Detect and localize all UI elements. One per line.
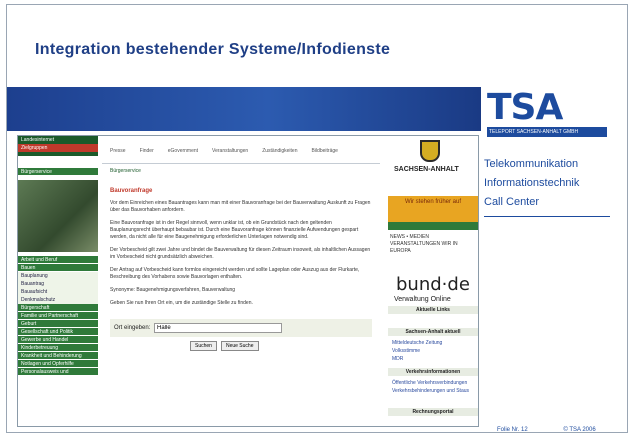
nav-item[interactable]: Bürgerschaft — [18, 304, 98, 312]
website-top-menu: Presse Finder eGovernment Veranstaltunge… — [102, 136, 380, 164]
website-main-content: Presse Finder eGovernment Veranstaltunge… — [102, 136, 380, 426]
right-link[interactable]: MDR — [392, 356, 403, 362]
nav-item[interactable]: Gesellschaft und Politik — [18, 328, 98, 336]
section-heading: Sachsen-Anhalt aktuell — [388, 328, 478, 336]
slide-footer: Folie Nr. 12 © TSA 2006 — [497, 427, 596, 433]
nav-item[interactable]: Arbeit und Beruf — [18, 256, 98, 264]
website-screenshot: Landesinternet Zielgruppen Bürgerservice… — [17, 135, 479, 427]
section-heading: Aktuelle Links — [388, 306, 478, 314]
promo-banner-strip — [388, 222, 478, 230]
section-heading: Verkehrsinformationen — [388, 368, 478, 376]
nav-item[interactable]: Gewerbe und Handel — [18, 336, 98, 344]
content-paragraph: Eine Bauvoranfrage ist in der Regel sinn… — [110, 220, 359, 240]
slide-number: Folie Nr. 12 — [497, 427, 528, 433]
nav-item[interactable]: Familie und Partnerschaft — [18, 312, 98, 320]
content-paragraph: Der Vorbescheid gilt zwei Jahre und bind… — [110, 247, 371, 260]
slide-title: Integration bestehender Systeme/Infodien… — [35, 41, 391, 58]
nav-item[interactable]: Denkmalschutz — [18, 296, 98, 304]
website-left-nav: Landesinternet Zielgruppen Bürgerservice… — [18, 136, 98, 426]
content-instruction: Geben Sie nun Ihren Ort ein, um die zust… — [110, 300, 253, 306]
presentation-slide: Integration bestehender Systeme/Infodien… — [6, 4, 628, 433]
bund-de-logo[interactable]: bund·de — [396, 274, 470, 295]
nav-item[interactable]: Bauaufsicht — [18, 288, 98, 296]
menu-item[interactable]: Presse — [110, 148, 126, 163]
search-label: Ort eingeben: — [114, 325, 151, 331]
right-link[interactable]: Öffentliche Verkehrsverbindungen — [392, 380, 467, 386]
new-search-button[interactable]: Neue Suche — [220, 341, 259, 351]
menu-item[interactable]: Finder — [140, 148, 154, 163]
nav-item[interactable]: Geburt — [18, 320, 98, 328]
services-divider — [484, 216, 610, 217]
nav-item[interactable]: Bauantrag — [18, 280, 98, 288]
nav-item[interactable]: Personalausweis und — [18, 368, 98, 376]
service-item: Telekommunikation — [484, 158, 579, 170]
breadcrumb[interactable]: Bürgerservice — [102, 164, 380, 178]
coat-of-arms-icon — [420, 140, 440, 162]
news-links[interactable]: NEWS • MEDIEN VERANSTALTUNGEN WIR IN EUR… — [390, 234, 478, 255]
copyright: © TSA 2006 — [563, 427, 596, 433]
content-paragraph: Der Antrag auf Vorbescheid kann formlos … — [110, 267, 360, 280]
service-item: Informationstechnik — [484, 177, 580, 189]
nav-item[interactable]: Kinderbetreuung — [18, 344, 98, 352]
menu-item[interactable]: Zuständigkeiten — [262, 148, 297, 163]
bund-de-subtitle: Verwaltung Online — [394, 296, 451, 303]
tsa-logo-subtitle: TELEPORT SACHSEN-ANHALT GMBH — [487, 127, 607, 137]
section-heading: Rechnungsportal — [388, 408, 478, 416]
right-link[interactable]: Mitteldeutsche Zeitung — [392, 340, 442, 346]
nav-zielgruppen[interactable]: Zielgruppen — [18, 144, 98, 152]
location-input[interactable] — [154, 323, 282, 333]
nav-section-buergerservice[interactable]: Bürgerservice — [18, 168, 98, 176]
content-heading: Bauvoranfrage — [110, 188, 153, 194]
state-name: SACHSEN-ANHALT — [394, 166, 459, 173]
promo-banner[interactable]: Wir stehen früher auf — [388, 196, 478, 222]
right-link[interactable]: Volksstimme — [392, 348, 420, 354]
tsa-logo: TSA TELEPORT SACHSEN-ANHALT GMBH — [481, 85, 627, 137]
menu-item[interactable]: Veranstaltungen — [212, 148, 248, 163]
content-synonyms: Synonyme: Baugenehmigungsverfahren, Bauv… — [110, 287, 236, 293]
nav-item[interactable]: Bauplanung — [18, 272, 98, 280]
location-search-row: Ort eingeben: — [110, 319, 372, 337]
services-list: Telekommunikation Informationstechnik Ca… — [484, 155, 624, 217]
nav-item[interactable]: Notlagen und Opferhilfe — [18, 360, 98, 368]
right-link[interactable]: Verkehrsbehinderungen und Staus — [392, 388, 469, 394]
content-paragraph: Vor dem Einreichen eines Bauantrages kan… — [110, 200, 371, 213]
service-item: Call Center — [484, 196, 540, 208]
menu-item[interactable]: eGovernment — [168, 148, 198, 163]
nav-photo — [18, 180, 98, 252]
search-button[interactable]: Suchen — [190, 341, 217, 351]
menu-item[interactable]: Bildbeiträge — [312, 148, 338, 163]
nav-landesinternet[interactable]: Landesinternet — [18, 136, 98, 144]
search-buttons: Suchen Neue Suche — [190, 341, 380, 351]
header-band — [7, 87, 481, 131]
nav-item[interactable]: Bauen — [18, 264, 98, 272]
website-right-column: SACHSEN-ANHALT Wir stehen früher auf NEW… — [382, 136, 478, 426]
nav-item[interactable]: Krankheit und Behinderung — [18, 352, 98, 360]
tsa-logo-word: TSA — [487, 87, 563, 128]
